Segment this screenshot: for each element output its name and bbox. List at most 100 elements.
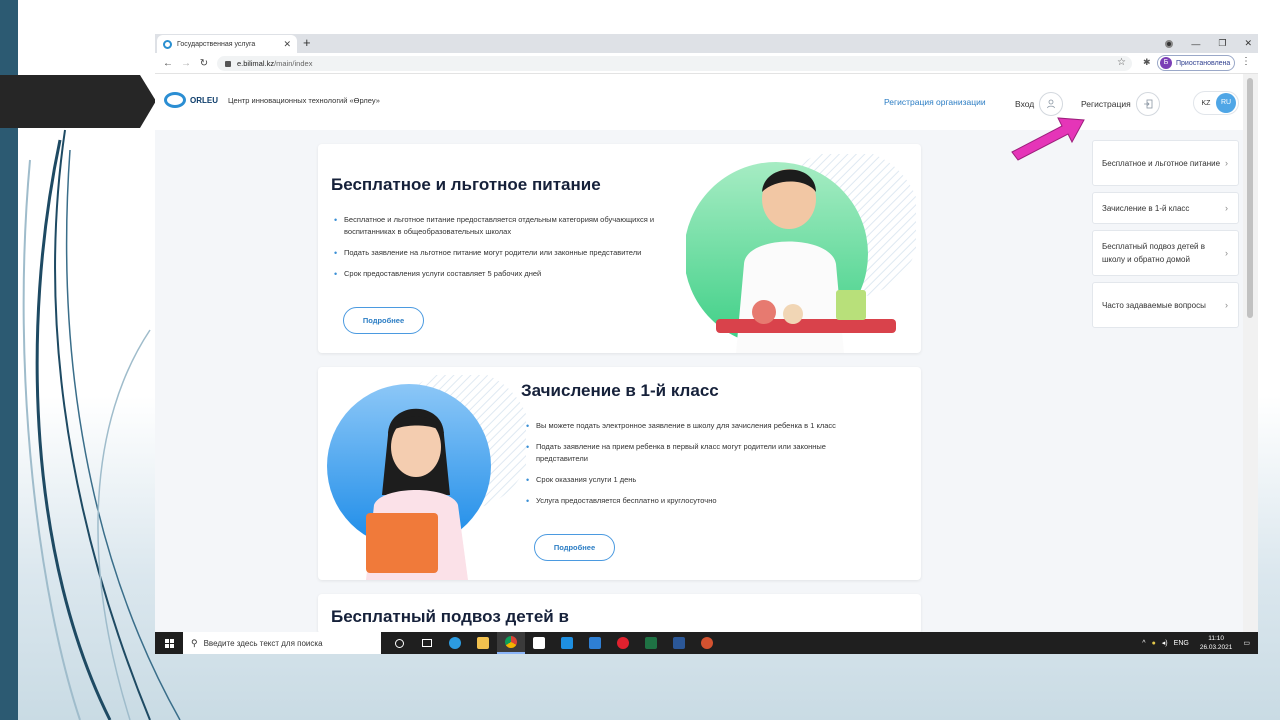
chevron-right-icon: ›	[1225, 299, 1228, 310]
page-scrollbar[interactable]	[1243, 74, 1258, 632]
excel-icon[interactable]	[637, 632, 665, 654]
sidebar-item-enrollment[interactable]: Зачисление в 1-й класс ›	[1092, 192, 1239, 224]
girl-with-books-illustration	[327, 375, 526, 580]
taskbar-search-box[interactable]: ⚲ Введите здесь текст для поиска	[183, 632, 381, 654]
scrollbar-thumb[interactable]	[1247, 78, 1253, 318]
browser-menu-icon[interactable]: ⋮	[1241, 56, 1251, 67]
windows-taskbar: ⚲ Введите здесь текст для поиска ^ ● ◂) …	[155, 632, 1258, 654]
more-button[interactable]: Подробнее	[343, 307, 424, 334]
sidebar-item-transport[interactable]: Бесплатный подвоз детей в школу и обратн…	[1092, 230, 1239, 276]
browser-toolbar: ← → ↻ e.bilimal.kz/main/index ☆ ✱ Б Прио…	[155, 53, 1258, 74]
notifications-icon[interactable]: ▭	[1243, 639, 1250, 647]
logo-brand: ORLEU	[190, 95, 218, 105]
lang-kz-button[interactable]: KZ	[1196, 100, 1216, 107]
card-bullets: Бесплатное и льготное питание предоставл…	[334, 214, 684, 289]
clock-date: 26.03.2021	[1199, 644, 1233, 651]
annotation-arrow-icon	[1011, 117, 1085, 161]
register-organization-link[interactable]: Регистрация организации	[884, 97, 986, 107]
minimize-icon[interactable]: —	[1191, 39, 1200, 49]
card-title: Зачисление в 1-й класс	[521, 381, 719, 400]
reload-icon[interactable]: ↻	[195, 58, 213, 69]
card-bullet: Бесплатное и льготное питание предоставл…	[334, 214, 684, 238]
task-view-icon[interactable]	[413, 632, 441, 654]
lock-icon	[225, 60, 231, 67]
register-button[interactable]: Регистрация	[1081, 92, 1160, 116]
sign-in-icon	[1135, 92, 1160, 116]
orleu-logo-icon	[164, 92, 186, 108]
restore-icon[interactable]: ❐	[1218, 38, 1226, 49]
input-language[interactable]: ENG	[1174, 640, 1189, 647]
sidebar-item-faq[interactable]: Часто задаваемые вопросы ›	[1092, 282, 1239, 328]
browser-tab[interactable]: Государственная услуга ✕	[157, 35, 297, 53]
profile-avatar: Б	[1160, 57, 1172, 69]
site-logo[interactable]: ORLEU Центр инновационных технологий «Өр…	[164, 92, 380, 108]
services-side-menu: Бесплатное и льготное питание › Зачислен…	[1092, 140, 1239, 334]
record-icon[interactable]	[1165, 39, 1174, 48]
search-icon: ⚲	[191, 637, 198, 648]
powerpoint-icon[interactable]	[693, 632, 721, 654]
mail-icon[interactable]	[581, 632, 609, 654]
screenshot-frame: Государственная услуга ✕ + — ❐ ✕ ← → ↻ e…	[155, 34, 1258, 654]
url-path: /main/index	[274, 59, 313, 68]
bookmark-star-icon[interactable]: ☆	[1117, 57, 1126, 68]
network-icon[interactable]: ●	[1152, 640, 1156, 647]
window-controls: — ❐ ✕	[1165, 34, 1252, 53]
forward-icon[interactable]: →	[177, 58, 195, 69]
card-bullets: Вы можете подать электронное заявление в…	[526, 420, 866, 516]
profile-status: Приостановлена	[1176, 59, 1231, 67]
service-card-enrollment: Зачисление в 1-й класс Вы можете подать …	[318, 367, 921, 580]
taskbar-search-placeholder: Введите здесь текст для поиска	[203, 638, 323, 648]
sidebar-item-label: Бесплатное и льготное питание	[1102, 158, 1221, 168]
opera-icon[interactable]	[609, 632, 637, 654]
card-bullet: Срок оказания услуги 1 день	[526, 474, 866, 486]
card-bullet: Вы можете подать электронное заявление в…	[526, 420, 866, 432]
cortana-icon[interactable]	[385, 632, 413, 654]
new-tab-icon[interactable]: +	[303, 35, 311, 51]
chevron-up-icon[interactable]: ^	[1142, 640, 1145, 647]
language-switcher: KZ RU	[1193, 91, 1239, 115]
login-label: Вход	[1015, 99, 1035, 109]
extensions-puzzle-icon[interactable]: ✱	[1143, 57, 1151, 68]
chevron-right-icon: ›	[1225, 247, 1228, 258]
word-icon[interactable]	[665, 632, 693, 654]
sidebar-item-label: Часто задаваемые вопросы	[1102, 300, 1206, 310]
card-title: Бесплатный подвоз детей в	[331, 607, 569, 626]
card-bullet: Подать заявление на прием ребенка в перв…	[526, 441, 866, 465]
logo-subtitle: Центр инновационных технологий «Өрлеу»	[228, 95, 380, 105]
more-button[interactable]: Подробнее	[534, 534, 615, 561]
tab-title: Государственная услуга	[177, 40, 256, 48]
taskbar-clock[interactable]: 11:10 26.03.2021	[1200, 634, 1233, 652]
profile-button[interactable]: Б Приостановлена	[1157, 55, 1235, 71]
store-icon[interactable]	[525, 632, 553, 654]
edge-icon[interactable]	[441, 632, 469, 654]
file-explorer-icon[interactable]	[469, 632, 497, 654]
browser-tab-bar: Государственная услуга ✕ + — ❐ ✕	[155, 34, 1258, 53]
l-app-icon[interactable]	[553, 632, 581, 654]
slide-title-tab	[0, 75, 156, 128]
card-bullet: Срок предоставления услуги составляет 5 …	[334, 268, 684, 280]
sidebar-item-label: Зачисление в 1-й класс	[1102, 203, 1190, 213]
close-window-icon[interactable]: ✕	[1244, 38, 1252, 49]
site-viewport: ORLEU Центр инновационных технологий «Өр…	[155, 74, 1258, 634]
taskbar-apps	[385, 632, 721, 654]
user-icon	[1039, 92, 1064, 116]
sidebar-item-meals[interactable]: Бесплатное и льготное питание ›	[1092, 140, 1239, 186]
windows-start-icon[interactable]	[155, 638, 183, 648]
card-bullet: Услуга предоставляется бесплатно и кругл…	[526, 495, 866, 507]
address-bar[interactable]: e.bilimal.kz/main/index ☆	[217, 56, 1132, 71]
lang-ru-button[interactable]: RU	[1216, 93, 1236, 113]
service-card-transport: Бесплатный подвоз детей в	[318, 594, 921, 634]
site-favicon-icon	[163, 39, 172, 49]
volume-icon[interactable]: ◂)	[1162, 639, 1168, 647]
register-label: Регистрация	[1081, 99, 1131, 109]
clock-time: 11:10	[1208, 635, 1224, 642]
login-button[interactable]: Вход	[1015, 92, 1064, 116]
url-host: e.bilimal.kz	[237, 59, 275, 68]
chevron-right-icon: ›	[1225, 157, 1228, 168]
chrome-icon[interactable]	[497, 632, 525, 654]
back-icon[interactable]: ←	[159, 58, 177, 69]
boy-with-tray-illustration	[686, 154, 916, 353]
card-title: Бесплатное и льготное питание	[331, 175, 601, 194]
service-card-meals: Бесплатное и льготное питание Бесплатное…	[318, 144, 921, 353]
close-tab-icon[interactable]: ✕	[283, 39, 291, 50]
